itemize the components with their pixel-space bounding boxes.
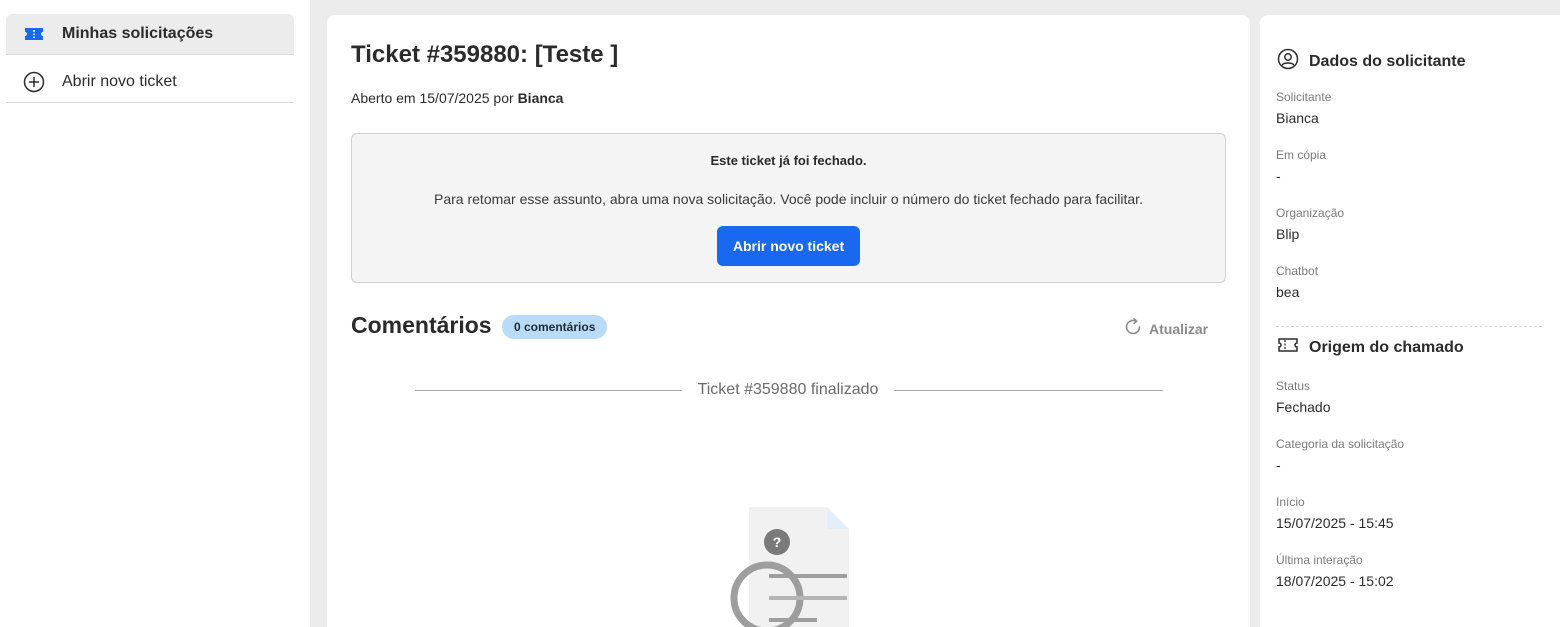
ticket-finalized-label: Ticket #359880 finalizado — [682, 381, 894, 399]
field-label-organizacao: Organização — [1276, 206, 1345, 220]
requester-heading-text: Dados do solicitante — [1309, 52, 1466, 70]
field-label-inicio: Início — [1276, 495, 1305, 509]
field-label-solicitante: Solicitante — [1276, 90, 1332, 104]
field-label-status: Status — [1276, 379, 1311, 393]
field-value-organizacao: Blip — [1276, 226, 1300, 242]
opened-by: Bianca — [517, 90, 564, 106]
field-value-chatbot: bea — [1276, 284, 1300, 300]
field-label-em-copia: Em cópia — [1276, 148, 1327, 162]
closed-ticket-notice: Este ticket já foi fechado. Para retomar… — [351, 133, 1226, 283]
field-label-categoria: Categoria da solicitação — [1276, 437, 1405, 451]
origin-section-heading: Origem do chamado — [1277, 337, 1464, 358]
ticket-detail-card: Ticket #359880: [Teste ] Aberto em 15/07… — [327, 15, 1250, 627]
closed-notice-title: Este ticket já foi fechado. — [710, 153, 867, 168]
sidebar: Minhas solicitações Abrir novo ticket — [0, 0, 310, 627]
ticket-details-panel: Dados do solicitante Solicitante Bianca … — [1260, 15, 1560, 627]
comments-count-badge: 0 comentários — [502, 315, 608, 339]
divider-right — [893, 390, 1163, 391]
sidebar-item-minhas-solicitacoes[interactable]: Minhas solicitações — [6, 14, 294, 55]
page-title: Ticket #359880: [Teste ] — [351, 41, 619, 68]
requester-section-heading: Dados do solicitante — [1277, 48, 1465, 75]
ticket-icon — [6, 26, 62, 42]
origin-heading-text: Origem do chamado — [1309, 338, 1464, 356]
field-value-categoria: - — [1276, 457, 1281, 473]
sidebar-item-abrir-novo-ticket[interactable]: Abrir novo ticket — [6, 62, 294, 103]
plus-circle-icon — [6, 71, 62, 93]
comments-heading: Comentários — [351, 312, 492, 338]
field-value-em-copia: - — [1276, 168, 1281, 184]
refresh-button[interactable]: Atualizar — [1123, 317, 1208, 340]
field-value-status: Fechado — [1276, 399, 1331, 415]
empty-comments-illustration: ? — [727, 503, 877, 627]
user-circle-icon — [1277, 48, 1299, 75]
field-value-solicitante: Bianca — [1276, 110, 1319, 126]
ticket-outline-icon — [1277, 337, 1299, 358]
opened-prefix: Aberto em 15/07/2025 por — [351, 90, 514, 106]
divider-left — [415, 390, 683, 391]
sidebar-item-label: Abrir novo ticket — [62, 73, 177, 90]
ticket-opened-info: Aberto em 15/07/2025 por Bianca — [351, 90, 563, 106]
field-label-ultima-interacao: Última interação — [1276, 553, 1363, 567]
field-value-inicio: 15/07/2025 - 15:45 — [1276, 515, 1394, 531]
section-divider — [1276, 326, 1542, 327]
field-label-chatbot: Chatbot — [1276, 264, 1319, 278]
sidebar-item-label: Minhas solicitações — [62, 25, 214, 42]
refresh-icon — [1123, 317, 1143, 340]
svg-text:?: ? — [773, 534, 782, 550]
open-new-ticket-button[interactable]: Abrir novo ticket — [717, 226, 860, 266]
field-value-ultima-interacao: 18/07/2025 - 15:02 — [1276, 573, 1394, 589]
closed-notice-text: Para retomar esse assunto, abra uma nova… — [434, 191, 1143, 207]
refresh-label: Atualizar — [1149, 320, 1209, 337]
